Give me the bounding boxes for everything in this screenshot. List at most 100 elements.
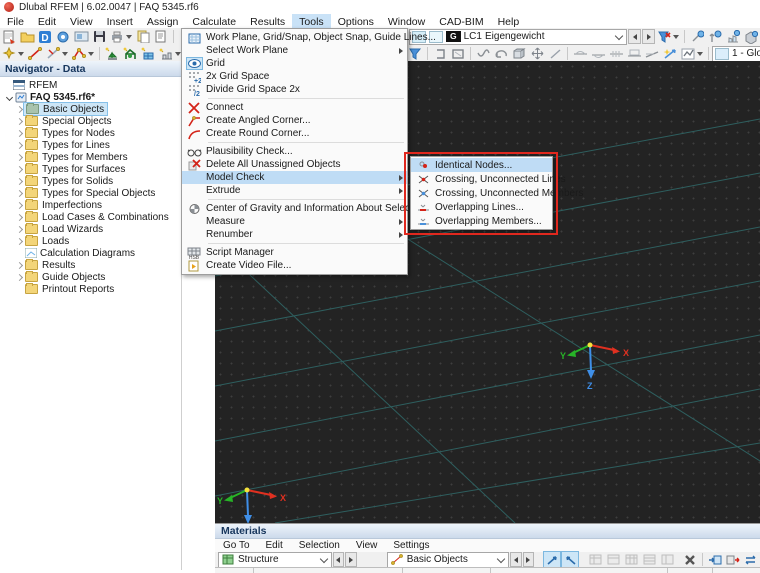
delete-table-rows-button[interactable] [682, 552, 698, 568]
menu-item-work-plane[interactable]: Work Plane, Grid/Snap, Object Snap, Guid… [182, 31, 407, 44]
dlubal-button[interactable]: D [37, 29, 53, 45]
menu-help[interactable]: Help [491, 14, 527, 28]
show-load-values-icon[interactable] [707, 29, 723, 45]
result-diagram-4-icon[interactable] [626, 46, 642, 62]
result-diagram-2-icon[interactable] [590, 46, 606, 62]
sync-table-button[interactable] [743, 552, 759, 568]
menu-options[interactable]: Options [331, 14, 381, 28]
chart-dropdown[interactable] [697, 52, 703, 56]
generate-structure-button[interactable] [104, 46, 120, 62]
next-table-button[interactable] [523, 552, 534, 567]
tree-item-types-for-surfaces[interactable]: Types for Surfaces [0, 163, 181, 175]
expand-icon[interactable] [14, 263, 24, 268]
tree-item-types-for-nodes[interactable]: Types for Nodes [0, 127, 181, 139]
coordinate-system-combobox[interactable]: 1 - Global XYZ [712, 46, 760, 62]
isometric-view-icon[interactable] [511, 46, 527, 62]
new-model-button[interactable] [1, 29, 17, 45]
filter-loads-dropdown[interactable] [673, 35, 679, 39]
table-category-dropdown-icon[interactable] [497, 554, 505, 562]
select-in-table-button[interactable] [544, 552, 560, 568]
smooth-results-icon[interactable] [644, 46, 660, 62]
menu-item-model-check[interactable]: Model Check [182, 171, 407, 184]
select-in-model-button[interactable] [562, 552, 578, 568]
result-wizard-icon[interactable] [662, 46, 678, 62]
copy-report-button[interactable] [135, 29, 151, 45]
panel-menu-goto[interactable]: Go To [215, 540, 258, 551]
table-group-dropdown-icon[interactable] [319, 554, 327, 562]
load-case-dropdown-icon[interactable] [615, 31, 623, 39]
menu-item-create-round-corner[interactable]: Create Round Corner... [182, 127, 407, 140]
open-model-button[interactable] [19, 29, 35, 45]
new-member-button[interactable] [71, 46, 87, 62]
table-view-1-button[interactable] [587, 552, 603, 568]
tree-item-types-for-solids[interactable]: Types for Solids [0, 175, 181, 187]
panel-menu-selection[interactable]: Selection [291, 540, 348, 551]
expand-icon[interactable] [14, 131, 24, 136]
save-button[interactable] [91, 29, 107, 45]
table-group-combobox[interactable]: Structure [218, 552, 332, 568]
show-sections-icon[interactable] [743, 29, 759, 45]
menu-item-connect[interactable]: Connect [182, 101, 407, 114]
print-preview-button[interactable] [73, 29, 89, 45]
menu-calculate[interactable]: Calculate [185, 14, 243, 28]
menu-item-measure[interactable]: Measure [182, 215, 407, 228]
table-view-5-button[interactable] [659, 552, 675, 568]
menu-results[interactable]: Results [243, 14, 292, 28]
tree-item-printout-reports[interactable]: Printout Reports [0, 283, 181, 295]
tables-panel-header[interactable]: Materials [215, 524, 760, 539]
panel-menu-settings[interactable]: Settings [385, 540, 437, 551]
navigator-header[interactable]: Navigator - Data [0, 61, 181, 77]
print-button[interactable] [109, 29, 125, 45]
menu-view[interactable]: View [63, 14, 100, 28]
panel-menu-edit[interactable]: Edit [258, 540, 291, 551]
menu-item-create-angled-corner[interactable]: Create Angled Corner... [182, 114, 407, 127]
tree-item-rfem[interactable]: RFEM [0, 79, 181, 91]
expand-icon[interactable] [14, 107, 24, 112]
chart-icon[interactable] [680, 46, 696, 62]
filter-loads-icon[interactable] [656, 29, 672, 45]
reset-view-icon[interactable] [493, 46, 509, 62]
menu-item-center-of-gravity[interactable]: Center of Gravity and Information About … [182, 202, 407, 215]
result-diagram-1-icon[interactable] [572, 46, 588, 62]
menu-file[interactable]: File [0, 14, 31, 28]
previous-table-button[interactable] [510, 552, 521, 567]
materials-table[interactable] [215, 567, 760, 573]
previous-load-case-button[interactable] [628, 29, 641, 44]
collapse-icon[interactable] [4, 95, 14, 100]
menu-assign[interactable]: Assign [140, 14, 186, 28]
expand-icon[interactable] [14, 275, 24, 280]
new-node-dropdown[interactable] [18, 52, 24, 56]
result-diagram-3-icon[interactable] [608, 46, 624, 62]
tree-item-load-wizards[interactable]: Load Wizards [0, 223, 181, 235]
section-plane-icon[interactable] [450, 46, 466, 62]
import-table-button[interactable] [707, 552, 723, 568]
menu-item-select-work-plane[interactable]: Select Work Plane [182, 44, 407, 57]
report-button[interactable] [153, 29, 169, 45]
settings-button[interactable] [55, 29, 71, 45]
tree-item-basic-objects[interactable]: Basic Objects [0, 103, 181, 115]
menu-edit[interactable]: Edit [31, 14, 63, 28]
next-table-group-button[interactable] [345, 552, 356, 567]
tree-item-guide-objects[interactable]: Guide Objects [0, 271, 181, 283]
expand-icon[interactable] [14, 167, 24, 172]
new-node-button[interactable] [1, 46, 17, 62]
menu-item-create-video-file[interactable]: Create Video File... [182, 259, 407, 272]
expand-icon[interactable] [14, 215, 24, 220]
previous-table-group-button[interactable] [333, 552, 344, 567]
model-generator-button[interactable] [158, 46, 174, 62]
tree-item-types-for-lines[interactable]: Types for Lines [0, 139, 181, 151]
export-table-button[interactable] [725, 552, 741, 568]
load-case-combobox[interactable]: G LC1 Eigengewicht [409, 29, 627, 45]
show-loads-icon[interactable] [689, 29, 705, 45]
menu-cad-bim[interactable]: CAD-BIM [432, 14, 490, 28]
tree-item-special-objects[interactable]: Special Objects [0, 115, 181, 127]
tree-item-loads[interactable]: Loads [0, 235, 181, 247]
next-load-case-button[interactable] [642, 29, 655, 44]
tree-item-types-for-special-objects[interactable]: Types for Special Objects [0, 187, 181, 199]
new-line-type-button[interactable] [45, 46, 61, 62]
tree-item-project[interactable]: FAQ 5345.rf6* [0, 91, 181, 103]
menu-item-delete-all-unassigned[interactable]: Delete All Unassigned Objects [182, 158, 407, 171]
table-view-2-button[interactable] [605, 552, 621, 568]
generate-frame-button[interactable] [122, 46, 138, 62]
show-results-icon[interactable] [725, 29, 741, 45]
